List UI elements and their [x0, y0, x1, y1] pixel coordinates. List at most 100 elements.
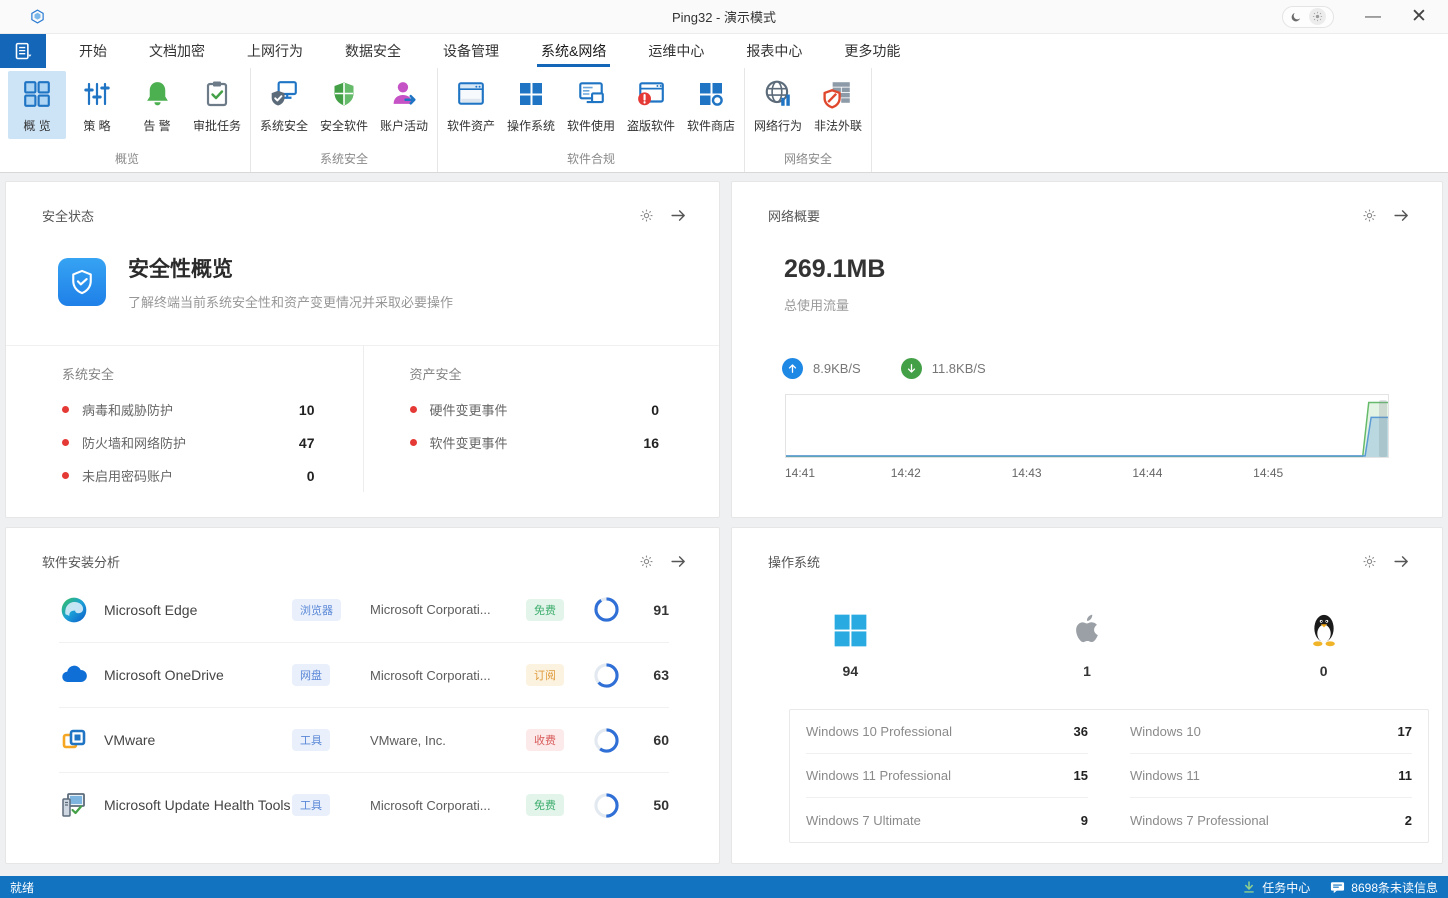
moon-icon [1290, 11, 1302, 23]
app-menu-button[interactable] [0, 34, 46, 68]
tab-more-features[interactable]: 更多功能 [823, 34, 921, 68]
security-software-shield-icon [330, 77, 358, 110]
account-activity-icon [390, 77, 419, 110]
vmware-icon [59, 725, 89, 755]
ribbon-button-system-security[interactable]: 系统安全 [255, 71, 313, 139]
ribbon: 概 览 策 略 告 警 审批任务 概览 系统安全 [0, 68, 1448, 173]
network-behavior-globe-icon [763, 77, 793, 110]
os-table-row: Windows 7 Professional 2 [1130, 798, 1412, 842]
tab-ops-center[interactable]: 运维中心 [627, 34, 725, 68]
tab-strip: 开始 文档加密 上网行为 数据安全 设备管理 系统&网络 运维中心 报表中心 更… [58, 34, 921, 68]
settings-gear-icon[interactable] [1362, 208, 1377, 223]
ribbon-button-alerts[interactable]: 告 警 [128, 71, 186, 139]
red-dot-icon [62, 406, 69, 413]
upload-rate: 8.9KB/S [782, 358, 861, 379]
settings-gear-icon[interactable] [639, 208, 654, 223]
install-rate-ring [594, 793, 619, 818]
software-row-vmware[interactable]: VMware 工具 VMware, Inc. 收费 60 [59, 707, 669, 772]
ribbon-button-software-assets[interactable]: 软件资产 [442, 71, 500, 139]
os-windows-icon [517, 77, 545, 110]
open-arrow-icon[interactable] [670, 553, 687, 570]
open-arrow-icon[interactable] [670, 207, 687, 224]
os-platform-stats: 94 1 0 [732, 605, 1442, 679]
section-title: 资产安全 [410, 364, 660, 383]
system-security-icon [269, 77, 299, 110]
chart-cursor [1379, 400, 1387, 457]
install-rate-ring [594, 597, 619, 622]
ribbon-button-illegal-connection[interactable]: 非法外联 [809, 71, 867, 139]
os-table-row: Windows 7 Ultimate 9 [806, 798, 1088, 842]
install-rate-ring [594, 728, 619, 753]
download-arrow-icon [901, 358, 922, 379]
ribbon-button-software-usage[interactable]: 软件使用 [562, 71, 620, 139]
os-version-table: Windows 10 Professional 36 Windows 10 17… [789, 709, 1429, 843]
software-asset-window-icon [456, 77, 486, 110]
software-row-update-health-tools[interactable]: Microsoft Update Health Tools 工具 Microso… [59, 772, 669, 837]
sun-icon [1309, 8, 1326, 25]
ribbon-group-software-compliance: 软件资产 操作系统 软件使用 盗版软件 软件商店 软件合规 [438, 68, 745, 172]
message-icon [1330, 881, 1345, 894]
card-security-status: 安全状态 安全性概览 了解终端当前系统安全性和资产变更情况并采取必要操作 系统安… [5, 181, 720, 518]
price-badge: 免费 [526, 794, 564, 816]
tab-system-network[interactable]: 系统&网络 [520, 34, 627, 68]
tab-web-behavior[interactable]: 上网行为 [226, 34, 324, 68]
download-rate: 11.8KB/S [901, 358, 986, 379]
traffic-legend: 8.9KB/S 11.8KB/S [732, 314, 1442, 379]
settings-gear-icon[interactable] [1362, 554, 1377, 569]
price-badge: 免费 [526, 599, 564, 621]
update-health-tools-icon [59, 790, 89, 820]
stat-no-password-accounts: 未启用密码账户 0 [62, 459, 315, 492]
ribbon-button-software-store[interactable]: 软件商店 [682, 71, 740, 139]
settings-gear-icon[interactable] [639, 554, 654, 569]
ribbon-group-label: 软件合规 [441, 149, 741, 172]
asset-security-section: 资产安全 硬件变更事件 0 软件变更事件 16 [363, 346, 720, 492]
ribbon-button-overview[interactable]: 概 览 [8, 71, 66, 139]
open-arrow-icon[interactable] [1393, 553, 1410, 570]
software-row-edge[interactable]: Microsoft Edge 浏览器 Microsoft Corporati..… [59, 577, 669, 642]
open-arrow-icon[interactable] [1393, 207, 1410, 224]
tab-report-center[interactable]: 报表中心 [725, 34, 823, 68]
os-table-row: Windows 11 11 [1130, 754, 1412, 798]
network-traffic-chart [785, 394, 1389, 458]
close-button[interactable]: ✕ [1396, 0, 1442, 33]
ribbon-group-label: 概览 [7, 149, 247, 172]
statusbar: 就绪 任务中心 8698条未读信息 [0, 876, 1448, 898]
price-badge: 订阅 [526, 664, 564, 686]
minimize-button[interactable]: — [1350, 0, 1396, 33]
unread-messages-button[interactable]: 8698条未读信息 [1330, 879, 1438, 896]
ribbon-button-account-activity[interactable]: 账户活动 [375, 71, 433, 139]
card-title: 安全状态 [42, 206, 94, 225]
linux-penguin-icon [1306, 605, 1342, 649]
task-center-button[interactable]: 任务中心 [1242, 879, 1310, 896]
menu-tabbar: 开始 文档加密 上网行为 数据安全 设备管理 系统&网络 运维中心 报表中心 更… [0, 34, 1448, 68]
ribbon-button-security-software[interactable]: 安全软件 [315, 71, 373, 139]
ribbon-button-operating-system[interactable]: 操作系统 [502, 71, 560, 139]
upload-arrow-icon [782, 358, 803, 379]
section-title: 系统安全 [62, 364, 315, 383]
titlebar-controls: — ✕ [1282, 0, 1448, 33]
ribbon-group-overview: 概 览 策 略 告 警 审批任务 概览 [4, 68, 251, 172]
tab-doc-encryption[interactable]: 文档加密 [128, 34, 226, 68]
ribbon-button-network-behavior[interactable]: 网络行为 [749, 71, 807, 139]
security-stats: 系统安全 病毒和威胁防护 10 防火墙和网络防护 47 未启用密码账户 0 [6, 345, 719, 492]
theme-toggle[interactable] [1282, 6, 1334, 28]
app-menu-icon [13, 41, 34, 62]
install-rate-ring [594, 663, 619, 688]
tab-data-security[interactable]: 数据安全 [324, 34, 422, 68]
chart-x-axis: 14:41 14:42 14:43 14:44 14:45 [785, 466, 1389, 484]
tab-start[interactable]: 开始 [58, 34, 128, 68]
x-tick: 14:44 [1132, 466, 1162, 480]
ribbon-group-system-security: 系统安全 安全软件 账户活动 系统安全 [251, 68, 438, 172]
ribbon-button-approval-tasks[interactable]: 审批任务 [188, 71, 246, 139]
stat-hardware-change-events: 硬件变更事件 0 [410, 393, 660, 426]
stat-software-change-events: 软件变更事件 16 [410, 426, 660, 459]
ribbon-button-pirated-software[interactable]: 盗版软件 [622, 71, 680, 139]
x-tick: 14:43 [1012, 466, 1042, 480]
stat-firewall-protection: 防火墙和网络防护 47 [62, 426, 315, 459]
software-row-onedrive[interactable]: Microsoft OneDrive 网盘 Microsoft Corporat… [59, 642, 669, 707]
ribbon-button-policy[interactable]: 策 略 [68, 71, 126, 139]
os-stat-windows: 94 [732, 605, 969, 679]
hero-title: 安全性概览 [128, 253, 453, 283]
tab-device-management[interactable]: 设备管理 [422, 34, 520, 68]
red-dot-icon [410, 406, 417, 413]
